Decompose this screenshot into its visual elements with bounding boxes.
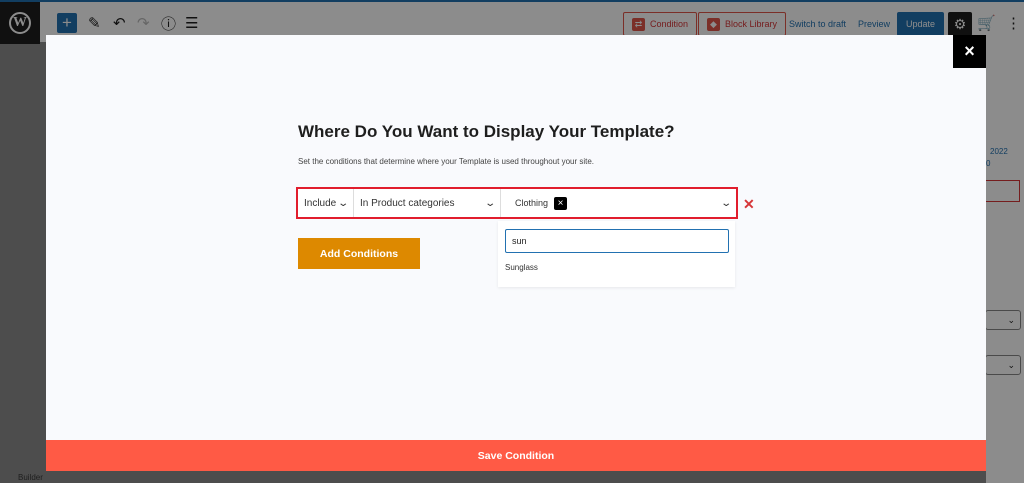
include-select[interactable]: Include ⌄ — [298, 189, 354, 217]
remove-condition-icon[interactable]: ✕ — [743, 196, 755, 213]
chevron-down-icon: ⌄ — [336, 197, 349, 209]
add-conditions-button[interactable]: Add Conditions — [298, 238, 420, 269]
modal-subtitle: Set the conditions that determine where … — [298, 157, 595, 166]
chevron-down-icon: ⌄ — [483, 197, 496, 209]
chevron-down-icon: ⌄ — [719, 197, 732, 209]
dropdown-option[interactable]: Sunglass — [505, 263, 538, 272]
modal-title: Where Do You Want to Display Your Templa… — [298, 122, 675, 141]
condition-type-value: In Product categories — [360, 197, 455, 209]
condition-type-select[interactable]: In Product categories ⌄ — [354, 189, 501, 217]
selected-tag: Clothing × — [515, 196, 568, 210]
values-dropdown: Sunglass — [498, 221, 735, 287]
close-modal-button[interactable]: × — [953, 35, 986, 68]
include-value: Include — [304, 197, 337, 209]
tag-label: Clothing — [515, 198, 549, 208]
save-condition-button[interactable]: Save Condition — [46, 440, 986, 471]
dropdown-search-input[interactable] — [505, 229, 729, 253]
condition-values-select[interactable]: Clothing × ⌄ — [501, 189, 736, 217]
tag-remove-icon[interactable]: × — [554, 196, 568, 210]
status-builder-label: Builder — [18, 473, 43, 482]
condition-row: Include ⌄ In Product categories ⌄ Clothi… — [296, 187, 738, 219]
